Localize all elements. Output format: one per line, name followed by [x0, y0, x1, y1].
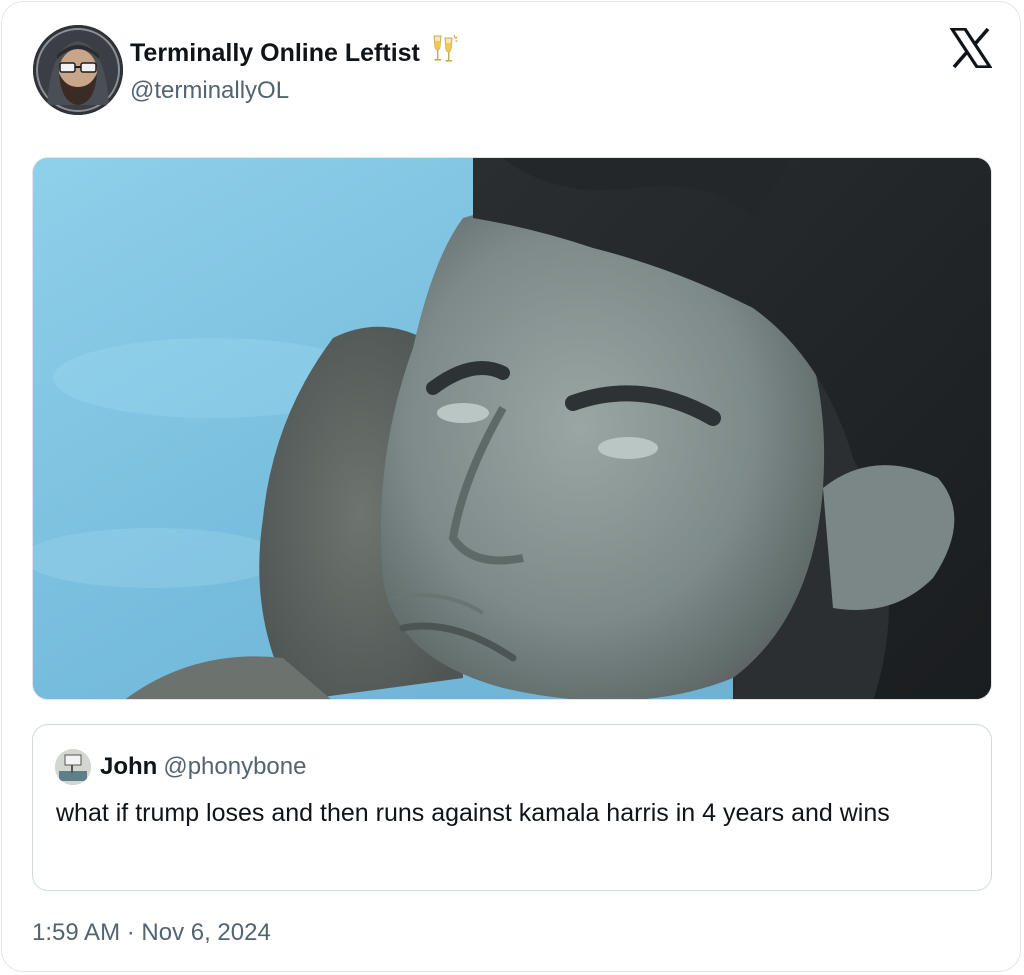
avatar-illustration	[33, 25, 123, 115]
author-name-text: Terminally Online Leftist	[130, 39, 420, 67]
author-handle[interactable]: @terminallyOL	[130, 75, 289, 107]
quoted-author-name[interactable]: John	[100, 753, 157, 780]
quoted-author-handle[interactable]: @phonybone	[163, 753, 306, 780]
quoted-post[interactable]: John @phonybone what if trump loses and t…	[32, 724, 992, 891]
photo-illustration	[33, 158, 991, 699]
post-image[interactable]	[32, 157, 992, 700]
quoted-post-text: what if trump loses and then runs agains…	[56, 799, 890, 827]
x-logo-icon[interactable]	[949, 27, 993, 69]
author-display-name[interactable]: Terminally Online Leftist	[130, 33, 460, 73]
quoted-post-header: John @phonybone	[100, 751, 306, 783]
clinking-glasses-icon	[428, 33, 460, 73]
author-avatar[interactable]	[33, 25, 123, 115]
quoted-author-avatar[interactable]	[55, 749, 91, 785]
post-timestamp[interactable]: 1:59 AM · Nov 6, 2024	[32, 916, 271, 950]
